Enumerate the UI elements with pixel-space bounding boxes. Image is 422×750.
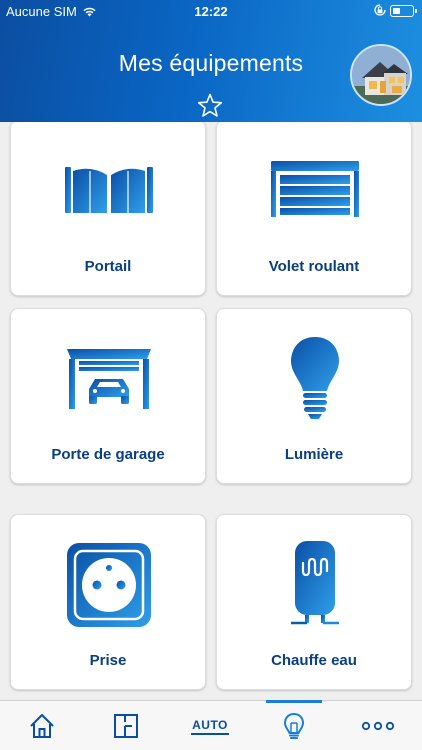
water-heater-icon <box>291 541 339 625</box>
house-photo-icon <box>352 46 410 104</box>
orientation-lock-icon <box>374 4 386 16</box>
tab-more[interactable] <box>336 701 420 750</box>
tab-home[interactable] <box>0 701 84 750</box>
equipment-label: Portail <box>84 258 132 275</box>
status-time: 12:22 <box>194 4 228 19</box>
garage-door-icon <box>67 349 151 409</box>
home-icon <box>30 714 54 738</box>
equipment-card-porte-de-garage[interactable]: Porte de garage <box>10 308 206 484</box>
floor-plan-icon <box>114 714 138 738</box>
rolling-shutter-icon <box>271 161 359 217</box>
tab-bar: AUTO <box>0 700 422 750</box>
status-bar: Aucune SIM 12:22 <box>0 0 422 22</box>
equipment-grid: Portail Volet roulant Porte de garage Lu… <box>0 122 422 700</box>
equipment-card-chauffe-eau[interactable]: Chauffe eau <box>216 514 412 690</box>
equipment-label: Lumière <box>284 446 344 463</box>
tab-auto[interactable]: AUTO <box>168 701 252 750</box>
star-icon[interactable] <box>196 92 224 120</box>
battery-icon <box>390 5 417 17</box>
equipment-card-portail[interactable]: Portail <box>10 122 206 296</box>
equipment-card-prise[interactable]: Prise <box>10 514 206 690</box>
tab-rooms[interactable] <box>84 701 168 750</box>
light-bulb-icon <box>291 337 339 419</box>
equipment-card-volet-roulant[interactable]: Volet roulant <box>216 122 412 296</box>
power-outlet-icon <box>67 543 151 627</box>
tab-auto-label: AUTO <box>191 718 229 735</box>
active-tab-indicator <box>266 700 322 703</box>
equipment-label: Chauffe eau <box>271 652 357 669</box>
light-bulb-icon <box>283 712 305 739</box>
gate-icon <box>65 167 153 213</box>
equipment-card-lumiere[interactable]: Lumière <box>216 308 412 484</box>
equipment-label: Prise <box>89 652 127 669</box>
tab-devices[interactable] <box>252 700 336 750</box>
equipment-label: Volet roulant <box>268 258 360 275</box>
avatar[interactable] <box>350 44 412 106</box>
equipment-label: Porte de garage <box>51 446 165 463</box>
more-icon <box>361 721 395 731</box>
app-header: Aucune SIM 12:22 Mes équipements <box>0 0 422 122</box>
